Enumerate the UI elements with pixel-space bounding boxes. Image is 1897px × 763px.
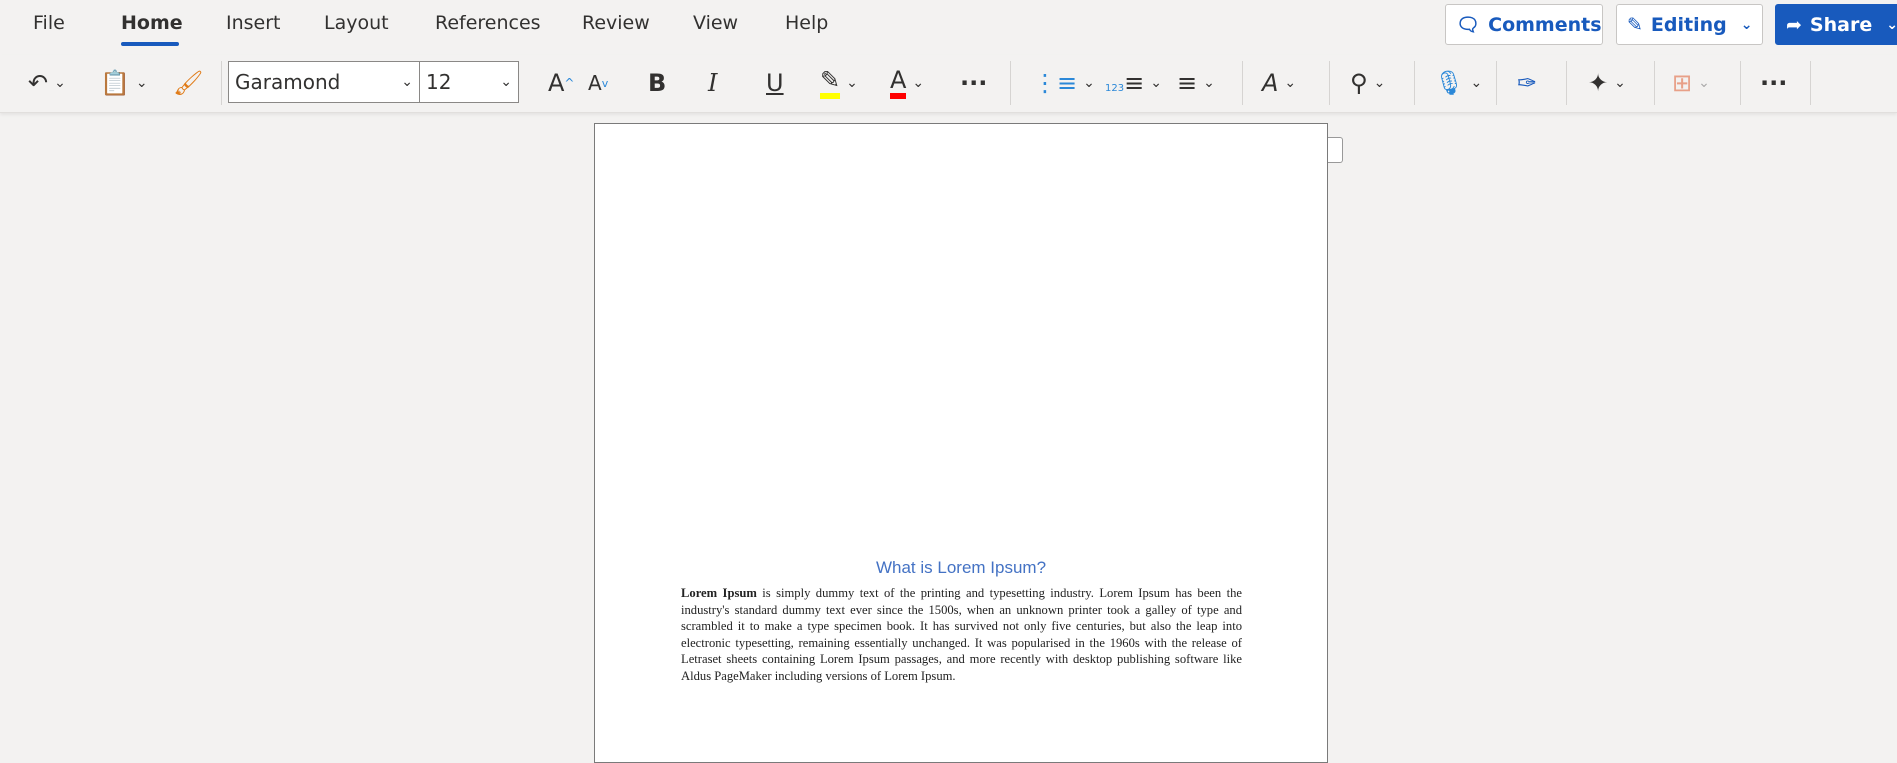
styles-button[interactable]: A ⌄ xyxy=(1262,65,1296,101)
chevron-down-icon: ⌄ xyxy=(846,75,858,91)
divider xyxy=(1329,61,1330,105)
chevron-down-icon: ⌄ xyxy=(1470,75,1483,91)
dictate-button[interactable]: 🎙 ⌄ xyxy=(1434,65,1482,101)
down-caret-icon: v xyxy=(601,76,609,90)
styles-icon: A xyxy=(1262,69,1279,97)
underline-button[interactable]: U xyxy=(766,65,784,101)
chevron-down-icon: ⌄ xyxy=(912,75,925,91)
chevron-down-icon: ⌄ xyxy=(135,75,148,91)
up-caret-icon: ^ xyxy=(564,76,575,90)
shrink-font-button[interactable]: Av xyxy=(588,65,608,101)
align-button[interactable]: ≡ ⌄ xyxy=(1177,65,1215,101)
divider xyxy=(1242,61,1243,105)
divider xyxy=(1566,61,1567,105)
chevron-down-icon: ⌄ xyxy=(1373,75,1386,91)
chevron-down-icon: ⌄ xyxy=(1083,75,1095,91)
bullets-button[interactable]: ⋮≡ ⌄ xyxy=(1033,65,1095,101)
clipboard-icon: 📋 xyxy=(100,69,130,97)
tab-view[interactable]: View xyxy=(693,12,738,34)
more-options-button[interactable]: ··· xyxy=(1760,65,1787,101)
divider xyxy=(1496,61,1497,105)
share-button[interactable]: ➦ Share ⌄ xyxy=(1775,4,1897,45)
editing-mode-button[interactable]: ✎ Editing ⌄ xyxy=(1616,4,1763,45)
comment-icon: 🗨 xyxy=(1456,14,1481,36)
tab-review[interactable]: Review xyxy=(582,12,650,34)
comments-button[interactable]: 🗨 Comments xyxy=(1445,4,1603,45)
font-name-select[interactable]: Garamond ⌄ xyxy=(228,61,420,103)
add-ins-button[interactable]: ⊞ ⌄ xyxy=(1672,65,1710,101)
chevron-down-icon: ⌄ xyxy=(1740,16,1753,33)
pencil-icon: ✎ xyxy=(1627,13,1643,36)
comment-marker[interactable] xyxy=(1328,137,1343,163)
chevron-down-icon: ⌄ xyxy=(500,74,512,90)
divider xyxy=(1654,61,1655,105)
paintbrush-icon: 🖌 xyxy=(173,69,204,97)
tab-references[interactable]: References xyxy=(435,12,541,34)
chevron-down-icon: ⌄ xyxy=(1203,75,1215,91)
bold-lead: Lorem Ipsum xyxy=(681,586,757,600)
bullet-list-icon: ⋮≡ xyxy=(1033,69,1078,97)
paste-button[interactable]: 📋 ⌄ xyxy=(100,65,148,101)
format-painter-button[interactable]: 🖌 xyxy=(173,65,203,101)
italic-button[interactable]: I xyxy=(708,65,717,101)
grow-font-button[interactable]: A ^ xyxy=(548,65,574,101)
chevron-down-icon: ⌄ xyxy=(1886,16,1897,33)
chevron-down-icon: ⌄ xyxy=(1698,75,1710,91)
numbered-list-icon: 123≡ xyxy=(1105,69,1145,97)
editor-button[interactable]: ✑ xyxy=(1517,65,1537,101)
divider xyxy=(1010,61,1011,105)
tab-help[interactable]: Help xyxy=(785,12,828,34)
chevron-down-icon: ⌄ xyxy=(1284,75,1297,91)
chevron-down-icon: ⌄ xyxy=(1614,75,1626,91)
chevron-down-icon: ⌄ xyxy=(1150,75,1162,91)
font-size-select[interactable]: 12 ⌄ xyxy=(419,61,519,103)
document-heading: What is Lorem Ipsum? xyxy=(875,558,1047,577)
tab-file[interactable]: File xyxy=(33,12,65,34)
undo-icon: ↶ xyxy=(28,69,49,97)
divider xyxy=(221,61,222,105)
find-button[interactable]: ⚲ ⌄ xyxy=(1350,65,1385,101)
font-color-button[interactable]: A ⌄ xyxy=(890,65,924,101)
microphone-icon: 🎙 xyxy=(1434,69,1465,97)
document-page[interactable]: What is Lorem Ipsum? Lorem Ipsum is simp… xyxy=(594,123,1328,763)
designer-button[interactable]: ✦ ⌄ xyxy=(1588,65,1626,101)
chevron-down-icon: ⌄ xyxy=(54,75,66,91)
share-icon: ➦ xyxy=(1786,13,1802,36)
tab-layout[interactable]: Layout xyxy=(324,12,389,34)
numbering-button[interactable]: 123≡ ⌄ xyxy=(1105,65,1162,101)
divider xyxy=(1810,61,1811,105)
tab-insert[interactable]: Insert xyxy=(226,12,281,34)
highlighter-icon: ✎ xyxy=(820,67,841,99)
more-font-options-button[interactable]: ··· xyxy=(960,65,987,101)
undo-button[interactable]: ↶ ⌄ xyxy=(28,65,66,101)
search-icon: ⚲ xyxy=(1350,69,1368,97)
grid-icon: ⊞ xyxy=(1672,69,1693,97)
highlight-button[interactable]: ✎ ⌄ xyxy=(820,65,858,101)
editor-pen-icon: ✑ xyxy=(1517,69,1538,97)
document-paragraph: Lorem Ipsum is simply dummy text of the … xyxy=(681,586,1242,683)
divider xyxy=(1740,61,1741,105)
align-center-icon: ≡ xyxy=(1177,69,1198,97)
divider xyxy=(1414,61,1415,105)
active-tab-indicator xyxy=(121,42,179,46)
magic-wand-icon: ✦ xyxy=(1588,69,1609,97)
chevron-down-icon: ⌄ xyxy=(401,74,413,90)
home-toolbar: ↶ ⌄ 📋 ⌄ 🖌 Garamond ⌄ 12 ⌄ A ^ Av B I U ✎ ⌄ A ⌄ … xyxy=(0,55,1897,113)
tab-home[interactable]: Home xyxy=(121,12,183,34)
bold-button[interactable]: B xyxy=(648,65,666,101)
